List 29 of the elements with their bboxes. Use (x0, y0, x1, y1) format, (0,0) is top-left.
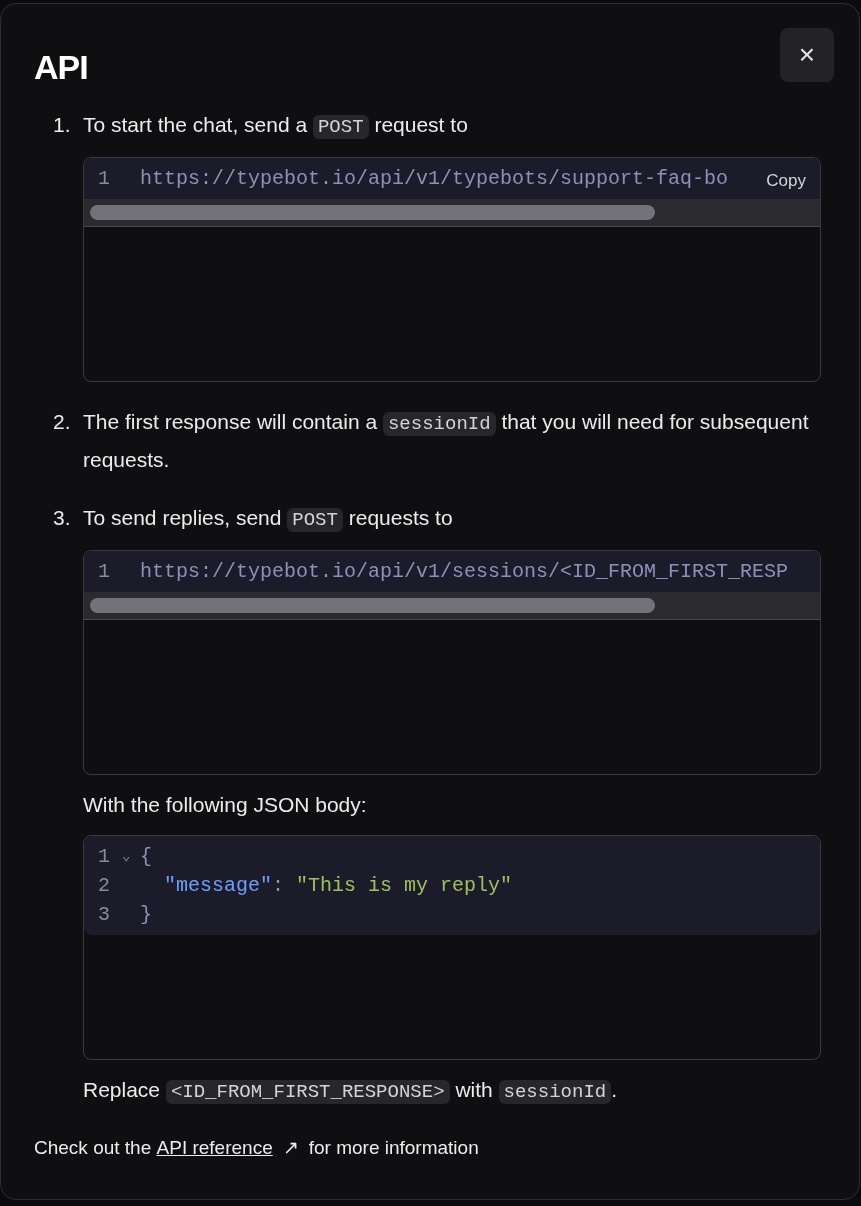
instruction-text: With the following JSON body: (83, 792, 368, 818)
api-reference-link[interactable]: API reference (156, 1134, 273, 1163)
close-button[interactable]: × (780, 28, 834, 82)
step-number: 1. (53, 112, 72, 138)
scrollbar-track[interactable] (84, 592, 820, 620)
code-line: https://typebot.io/api/v1/sessions/<ID_FROM_FIRST_RESP (140, 558, 789, 585)
fold-icon[interactable]: ⌄ (122, 846, 140, 867)
scrollbar-thumb[interactable] (90, 598, 655, 613)
dialog-title: API (34, 47, 88, 88)
step-text: The first response will contain a sessionId that you will need for subsequent requests. (83, 409, 810, 473)
footer-text: for more information (308, 1136, 479, 1160)
footer-text: Check out the (34, 1136, 153, 1160)
line-number: 3 (97, 901, 111, 928)
step-text: To start the chat, send a POST request to (83, 112, 469, 141)
scrollbar-track[interactable] (84, 199, 820, 227)
code-line: } (140, 901, 152, 928)
line-number: 1 (97, 165, 111, 192)
scrollbar-thumb[interactable] (90, 205, 655, 220)
external-link-icon: ↗ (282, 1134, 299, 1163)
code-line: "message": "This is my reply" (163, 872, 513, 899)
line-number: 1 (97, 558, 111, 585)
step-number: 3. (53, 505, 72, 531)
line-number: 2 (97, 872, 111, 899)
step-text: To send replies, send POST requests to (83, 505, 454, 534)
step-number: 2. (53, 409, 72, 435)
line-number: 1 (97, 843, 111, 870)
code-line: { (140, 843, 152, 870)
instruction-text: Replace <ID_FROM_FIRST_RESPONSE> with sessionId . (83, 1077, 619, 1106)
code-line: https://typebot.io/api/v1/typebots/support-faq-bo (140, 165, 729, 192)
